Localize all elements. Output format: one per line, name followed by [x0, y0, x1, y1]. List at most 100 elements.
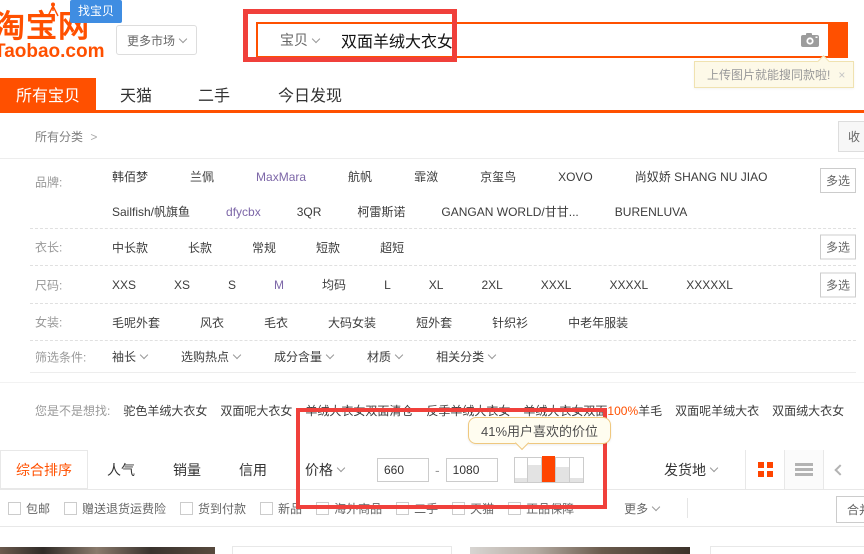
close-icon[interactable]: ×	[838, 68, 845, 82]
price-min-input[interactable]	[377, 458, 429, 482]
women-option[interactable]: 毛衣	[264, 314, 288, 331]
collapse-filters-button[interactable]: 收	[838, 121, 864, 152]
size-option[interactable]: 均码	[322, 276, 346, 293]
checkbox[interactable]	[8, 502, 21, 515]
women-option[interactable]: 大码女装	[328, 314, 376, 331]
women-option[interactable]: 毛呢外套	[112, 314, 160, 331]
tab-secondhand[interactable]: 二手	[176, 78, 252, 110]
size-option[interactable]: XXXXXL	[686, 278, 733, 292]
more-markets-button[interactable]: 更多市场	[116, 25, 197, 55]
brand-option[interactable]: dfycbx	[226, 205, 261, 219]
size-option[interactable]: M	[274, 278, 284, 292]
length-option[interactable]: 常规	[252, 239, 276, 256]
dropdown-material[interactable]: 材质	[367, 348, 402, 365]
brand-option[interactable]: 京玺鸟	[480, 168, 516, 185]
grid-view-button[interactable]	[746, 450, 785, 489]
brand-option[interactable]: Sailfish/帆旗鱼	[112, 203, 190, 220]
sort-sales[interactable]: 销量	[154, 460, 220, 480]
size-option[interactable]: 2XL	[481, 278, 502, 292]
checkbox-return-insurance[interactable]: 赠送退货运费险	[64, 500, 166, 517]
tab-today-discover[interactable]: 今日发现	[256, 78, 364, 110]
ship-from-dropdown[interactable]: 发货地	[664, 460, 717, 480]
checkbox[interactable]	[316, 502, 329, 515]
brand-option[interactable]: 尚奴娇 SHANG NU JIAO	[635, 168, 768, 185]
multi-select-button[interactable]: 多选	[820, 168, 856, 193]
checkbox[interactable]	[452, 502, 465, 515]
women-option[interactable]: 风衣	[200, 314, 224, 331]
checkbox-authentic[interactable]: 正品保障	[508, 500, 574, 517]
brand-option[interactable]: 航帆	[348, 168, 372, 185]
suggestion-link[interactable]: 驼色羊绒大衣女	[123, 402, 207, 419]
women-option[interactable]: 短外套	[416, 314, 452, 331]
checkbox[interactable]	[180, 502, 193, 515]
product-card-image[interactable]	[0, 547, 215, 554]
size-option[interactable]: S	[228, 278, 236, 292]
checkbox[interactable]	[260, 502, 273, 515]
brand-option[interactable]: XOVO	[558, 170, 593, 184]
length-option[interactable]: 中长款	[112, 239, 148, 256]
sort-composite[interactable]: 综合排序	[0, 450, 88, 489]
multi-select-button[interactable]: 多选	[820, 235, 856, 260]
suggestion-link[interactable]: 羊绒大衣女双面清仓	[305, 402, 413, 419]
price-histogram-bar[interactable]	[570, 457, 584, 483]
sort-credit[interactable]: 信用	[220, 460, 286, 480]
brand-option[interactable]: MaxMara	[256, 170, 306, 184]
brand-option[interactable]: 韩佰梦	[112, 168, 148, 185]
size-option[interactable]: XL	[429, 278, 444, 292]
price-histogram-bar[interactable]	[556, 457, 570, 483]
suggestion-link[interactable]: 双面绒大衣女	[772, 402, 844, 419]
length-option[interactable]: 短款	[316, 239, 340, 256]
chevron-left-icon[interactable]	[834, 464, 845, 475]
dropdown-hot-picks[interactable]: 选购热点	[181, 348, 240, 365]
size-option[interactable]: XXXL	[541, 278, 572, 292]
price-histogram-bar[interactable]	[528, 457, 542, 483]
size-option[interactable]: XXS	[112, 278, 136, 292]
checkbox[interactable]	[508, 502, 521, 515]
multi-select-button[interactable]: 多选	[820, 272, 856, 297]
sort-popularity[interactable]: 人气	[88, 460, 154, 480]
checkbox-new[interactable]: 新品	[260, 500, 302, 517]
brand-option[interactable]: 3QR	[297, 205, 322, 219]
sort-price-dropdown[interactable]: 价格	[286, 460, 363, 480]
list-view-button[interactable]	[785, 450, 824, 489]
search-button[interactable]	[828, 24, 846, 56]
search-input[interactable]	[329, 24, 800, 56]
length-option[interactable]: 超短	[380, 239, 404, 256]
size-option[interactable]: L	[384, 278, 391, 292]
women-option[interactable]: 中老年服装	[568, 314, 628, 331]
price-histogram-slider[interactable]	[514, 457, 584, 483]
search-category-dropdown[interactable]: 宝贝	[258, 24, 329, 56]
dropdown-related-category[interactable]: 相关分类	[436, 348, 495, 365]
suggestion-link[interactable]: 双面呢羊绒大衣	[675, 402, 759, 419]
dropdown-sleeve-length[interactable]: 袖长	[112, 348, 147, 365]
suggestion-link[interactable]: 双面呢大衣女	[220, 402, 292, 419]
tab-tmall[interactable]: 天猫	[98, 78, 174, 110]
size-option[interactable]: XXXXL	[609, 278, 648, 292]
dropdown-composition[interactable]: 成分含量	[274, 348, 333, 365]
checkbox[interactable]	[396, 502, 409, 515]
price-histogram-bar[interactable]	[514, 457, 528, 483]
price-histogram-bar-selected[interactable]	[542, 457, 556, 483]
brand-option[interactable]: 霏潋	[414, 168, 438, 185]
camera-icon[interactable]	[800, 32, 820, 48]
size-option[interactable]: XS	[174, 278, 190, 292]
brand-option[interactable]: 兰佩	[190, 168, 214, 185]
product-card[interactable]	[710, 546, 864, 554]
checkbox-tmall[interactable]: 天猫	[452, 500, 494, 517]
checkbox-secondhand[interactable]: 二手	[396, 500, 438, 517]
brand-option[interactable]: GANGAN WORLD/甘甘...	[441, 203, 578, 220]
brand-option[interactable]: BURENLUVA	[615, 205, 687, 219]
more-filters-dropdown[interactable]: 更多	[624, 500, 659, 517]
breadcrumb[interactable]: 所有分类 >	[35, 128, 97, 145]
merge-same-items-button[interactable]: 合并	[836, 496, 864, 523]
price-max-input[interactable]	[446, 458, 498, 482]
tab-all-items[interactable]: 所有宝贝	[0, 78, 96, 110]
checkbox-overseas[interactable]: 海外商品	[316, 500, 382, 517]
checkbox[interactable]	[64, 502, 77, 515]
product-card-image[interactable]	[470, 547, 690, 554]
women-option[interactable]: 针织衫	[492, 314, 528, 331]
brand-option[interactable]: 柯雷斯诺	[357, 203, 405, 220]
length-option[interactable]: 长款	[188, 239, 212, 256]
checkbox-cod[interactable]: 货到付款	[180, 500, 246, 517]
product-card[interactable]	[232, 546, 452, 554]
